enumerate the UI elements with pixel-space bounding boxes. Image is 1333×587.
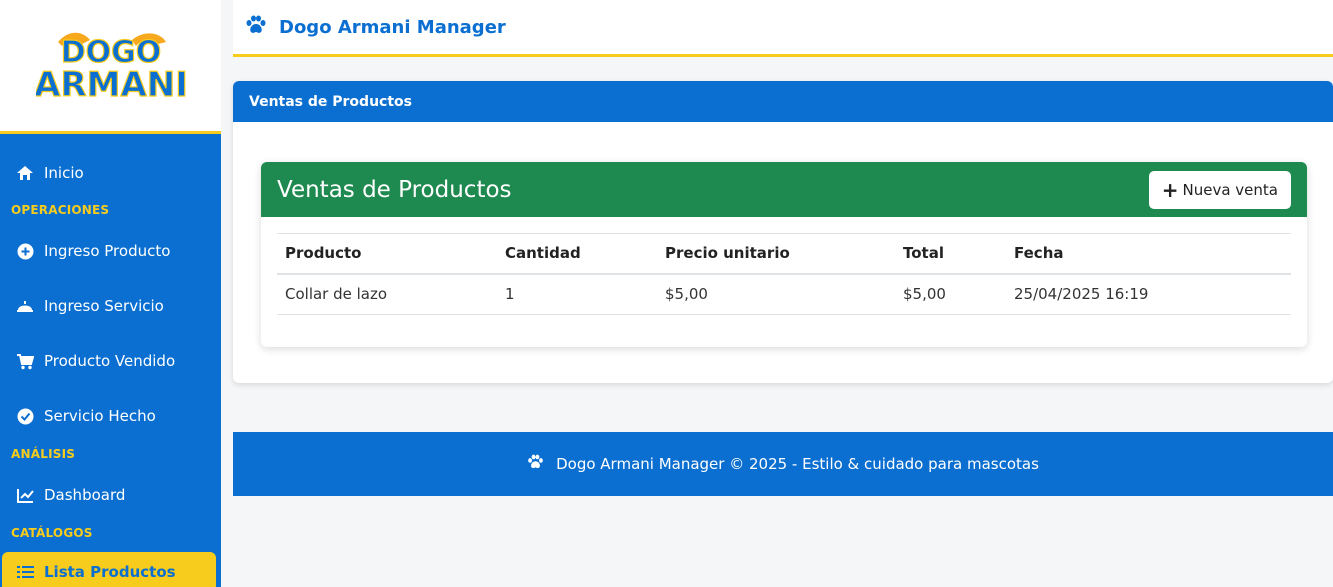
brand-area: DOGO ARMANI [0, 0, 221, 134]
check-circle-icon [16, 407, 34, 425]
app-title: Dogo Armani Manager [279, 16, 506, 38]
table-row[interactable]: Collar de lazo 1 $5,00 $5,00 25/04/2025 … [277, 273, 1291, 315]
logo-bottom-text: ARMANI [36, 65, 186, 105]
card-header: Ventas de Productos [233, 81, 1333, 122]
cell-producto: Collar de lazo [277, 273, 497, 315]
footer-text: Dogo Armani Manager © 2025 - Estilo & cu… [556, 455, 1039, 473]
sidebar-item-label: Producto Vendido [44, 352, 176, 370]
sidebar-item-label: Ingreso Producto [44, 242, 171, 260]
home-icon [16, 164, 34, 182]
panel-title: Ventas de Productos [277, 176, 512, 203]
new-sale-button[interactable]: + Nueva venta [1148, 170, 1291, 209]
sidebar-item-ingreso-servicio[interactable]: Ingreso Servicio [0, 293, 221, 319]
section-analisis: ANÁLISIS [11, 447, 76, 461]
sidebar-item-producto-vendido[interactable]: Producto Vendido [0, 348, 221, 374]
panel-header: Ventas de Productos + Nueva venta [261, 162, 1307, 217]
sidebar-item-label: Ingreso Servicio [44, 297, 164, 315]
plus-icon: + [1161, 177, 1179, 202]
paw-icon [245, 15, 267, 39]
column-header-cantidad[interactable]: Cantidad [497, 233, 657, 275]
cell-fecha: 25/04/2025 16:19 [1006, 273, 1291, 315]
sidebar-item-lista-productos[interactable]: Lista Productos [2, 552, 216, 587]
sidebar-item-label: Dashboard [44, 486, 126, 504]
sales-table: Producto Cantidad Precio unitario Total … [277, 233, 1291, 315]
cell-cantidad: 1 [497, 273, 657, 315]
sidebar: DOGO ARMANI Inicio OPERACIONES Ingreso P… [0, 0, 221, 587]
table-header-row: Producto Cantidad Precio unitario Total … [277, 233, 1291, 275]
section-catalogos: CATÁLOGOS [11, 526, 93, 540]
new-sale-label: Nueva venta [1182, 180, 1278, 199]
dogo-armani-logo[interactable]: DOGO ARMANI [36, 26, 186, 106]
sidebar-item-servicio-hecho[interactable]: Servicio Hecho [0, 403, 221, 429]
service-bell-icon [16, 297, 34, 315]
column-header-precio[interactable]: Precio unitario [657, 233, 895, 275]
line-chart-icon [16, 486, 34, 504]
column-header-total[interactable]: Total [895, 233, 1006, 275]
sidebar-item-inicio[interactable]: Inicio [0, 160, 221, 186]
sidebar-item-ingreso-producto[interactable]: Ingreso Producto [0, 238, 221, 264]
paw-icon [527, 454, 544, 474]
list-icon [16, 563, 34, 581]
cell-total: $5,00 [895, 273, 1006, 315]
cart-icon [16, 352, 34, 370]
top-header: Dogo Armani Manager [233, 0, 1333, 57]
column-header-fecha[interactable]: Fecha [1006, 233, 1291, 275]
sales-panel: Ventas de Productos + Nueva venta Produc… [261, 162, 1307, 347]
sidebar-item-label: Inicio [44, 164, 84, 182]
sidebar-item-label: Servicio Hecho [44, 407, 156, 425]
cell-precio: $5,00 [657, 273, 895, 315]
sidebar-item-dashboard[interactable]: Dashboard [0, 482, 221, 508]
plus-circle-icon [16, 242, 34, 260]
section-operaciones: OPERACIONES [11, 203, 110, 217]
column-header-producto[interactable]: Producto [277, 233, 497, 275]
footer: Dogo Armani Manager © 2025 - Estilo & cu… [233, 432, 1333, 496]
sales-card: Ventas de Productos Ventas de Productos … [233, 81, 1333, 383]
sidebar-item-label: Lista Productos [44, 563, 176, 581]
